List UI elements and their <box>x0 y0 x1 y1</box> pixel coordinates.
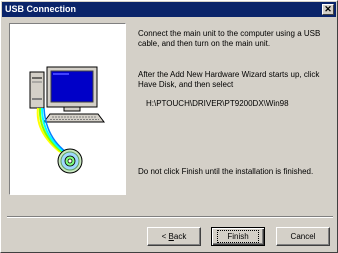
cancel-button[interactable]: Cancel <box>276 227 330 246</box>
driver-path: H:\PTOUCH\DRIVER\PT9200DX\Win98 <box>146 99 289 108</box>
computer-with-cd-icon <box>29 66 105 174</box>
back-rest: ack <box>173 232 187 241</box>
usb-connection-dialog: USB Connection ✕ Connect the main unit t… <box>0 0 338 253</box>
finish-label: Finish <box>217 230 259 243</box>
close-button[interactable]: ✕ <box>322 4 334 15</box>
finish-button[interactable]: Finish <box>211 227 265 246</box>
title-bar[interactable]: USB Connection ✕ <box>2 2 336 17</box>
back-prefix: < <box>161 232 169 241</box>
close-icon: ✕ <box>324 4 332 14</box>
instruction-wizard: After the Add New Hardware Wizard starts… <box>138 70 320 89</box>
back-button[interactable]: < Back <box>147 227 201 246</box>
window-title: USB Connection <box>5 4 76 14</box>
instruction-warning: Do not click Finish until the installati… <box>138 167 314 176</box>
illustration-panel <box>9 23 126 195</box>
instruction-connect: Connect the main unit to the computer us… <box>138 29 321 48</box>
button-separator <box>7 216 333 218</box>
